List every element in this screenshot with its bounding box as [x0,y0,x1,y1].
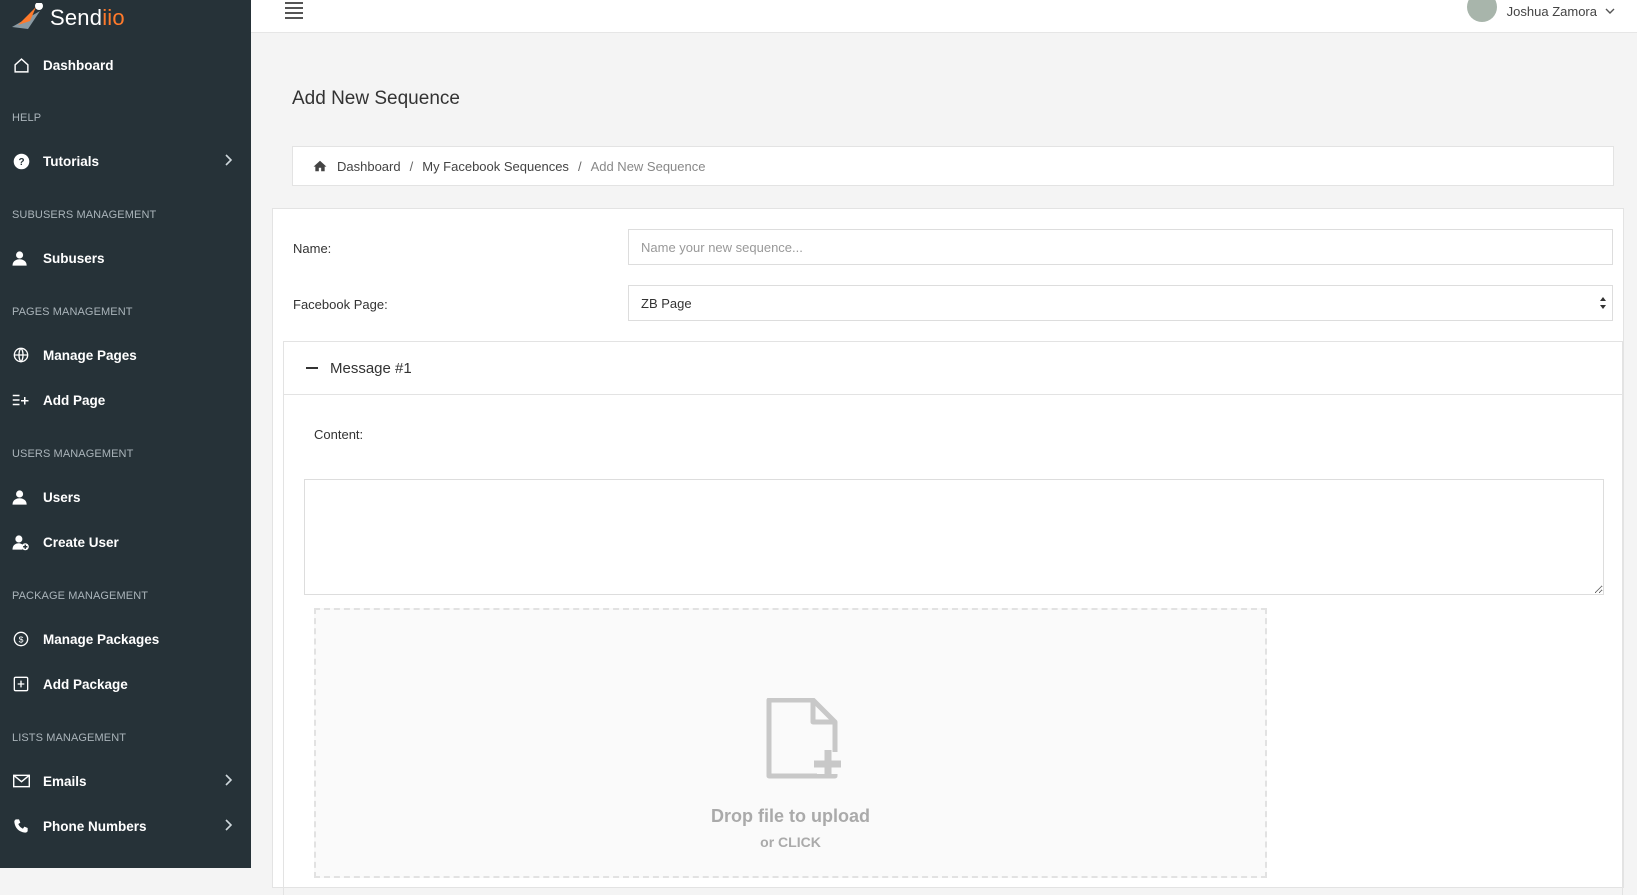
user-icon [11,487,31,507]
sidebar-item-label: Subusers [43,250,105,266]
sidebar-item-label: Manage Pages [43,347,137,363]
question-circle-icon: ? [11,151,31,171]
breadcrumb-dashboard[interactable]: Dashboard [337,159,401,174]
home-icon [11,55,31,75]
sidebar-item-label: Add Page [43,392,106,408]
sidebar: Sendiio Dashboard HELP ? Tutorials SUBUS… [0,0,251,868]
breadcrumb-facebook-sequences[interactable]: My Facebook Sequences [422,159,569,174]
content-label: Content: [314,427,364,442]
logo-text: Sendiio [50,5,125,30]
envelope-icon [11,771,31,791]
svg-text:$: $ [19,634,24,644]
section-label-help: HELP [12,112,42,124]
sidebar-item-label: Emails [43,773,87,789]
chevron-right-icon [225,154,233,166]
sidebar-item-label: Create User [43,534,119,550]
sidebar-item-users[interactable]: Users [0,480,251,514]
breadcrumb-separator: / [577,158,582,174]
sidebar-item-emails[interactable]: Emails [0,764,251,798]
chevron-right-icon [225,774,233,786]
sidebar-item-label: Phone Numbers [43,818,147,834]
sidebar-item-label: Users [43,489,81,505]
globe-icon [11,345,31,365]
content-textarea[interactable] [304,479,1604,595]
sidebar-item-label: Dashboard [43,57,114,73]
home-icon[interactable] [313,160,327,172]
breadcrumb-current: Add New Sequence [590,158,706,174]
user-name: Joshua Zamora [1506,3,1597,19]
select-arrows-icon [1600,297,1606,309]
sidebar-item-phone-numbers[interactable]: Phone Numbers [0,809,251,843]
file-dropzone[interactable]: Drop file to upload or CLICK [314,608,1267,878]
message-body: Content: Drop file to upload or CLICK [283,395,1623,895]
menu-toggle-icon[interactable] [285,2,303,19]
logo[interactable]: Sendiio [10,0,125,36]
logo-bird-icon [12,3,43,29]
dropzone-subtitle: or CLICK [760,834,821,850]
page-title: Add New Sequence [292,88,460,109]
sidebar-item-label: Tutorials [43,153,100,169]
collapse-icon[interactable] [306,367,318,369]
chevron-right-icon [225,819,233,831]
sidebar-item-add-page[interactable]: Add Page [0,383,251,417]
facebook-page-label: Facebook Page: [293,297,388,312]
phone-icon [11,816,31,836]
section-label-lists: LISTS MANAGEMENT [12,732,127,744]
name-label: Name: [293,241,332,256]
avatar[interactable] [1466,0,1497,22]
facebook-page-select[interactable]: ZB Page [628,285,1613,321]
message-accordion-header[interactable]: Message #1 [283,341,1623,395]
chevron-down-icon [1605,8,1615,14]
sidebar-item-manage-pages[interactable]: Manage Pages [0,338,251,372]
message-title: Message #1 [330,359,412,377]
dollar-circle-icon: $ [11,629,31,649]
sidebar-item-create-user[interactable]: Create User [0,525,251,559]
sidebar-item-label: Add Package [43,676,128,692]
sidebar-item-add-package[interactable]: Add Package [0,667,251,701]
svg-text:?: ? [18,157,24,168]
dropzone-title: Drop file to upload [711,806,870,826]
section-label-users: USERS MANAGEMENT [12,448,134,460]
sequence-name-input[interactable] [628,229,1613,265]
file-plus-icon [766,698,841,779]
user-plus-icon [11,532,31,552]
facebook-page-selected: ZB Page [641,295,692,311]
user-icon [11,248,31,268]
breadcrumb-separator: / [409,158,414,174]
section-label-subusers: SUBUSERS MANAGEMENT [12,209,157,221]
sidebar-item-tutorials[interactable]: ? Tutorials [0,144,251,178]
sidebar-item-dashboard[interactable]: Dashboard [0,48,251,82]
sequence-form-panel: Name: Facebook Page: ZB Page Message #1 … [272,208,1624,895]
sidebar-item-label: Manage Packages [43,631,160,647]
user-menu[interactable]: Joshua Zamora [1466,0,1615,22]
section-label-package: PACKAGE MANAGEMENT [12,590,149,602]
sidebar-item-manage-packages[interactable]: $ Manage Packages [0,622,251,656]
sidebar-item-subusers[interactable]: Subusers [0,241,251,275]
section-label-pages: PAGES MANAGEMENT [12,306,133,318]
breadcrumb: Dashboard / My Facebook Sequences / Add … [292,146,1614,186]
topbar: Joshua Zamora [251,0,1637,33]
list-plus-icon [11,390,31,410]
plus-square-icon [11,674,31,694]
